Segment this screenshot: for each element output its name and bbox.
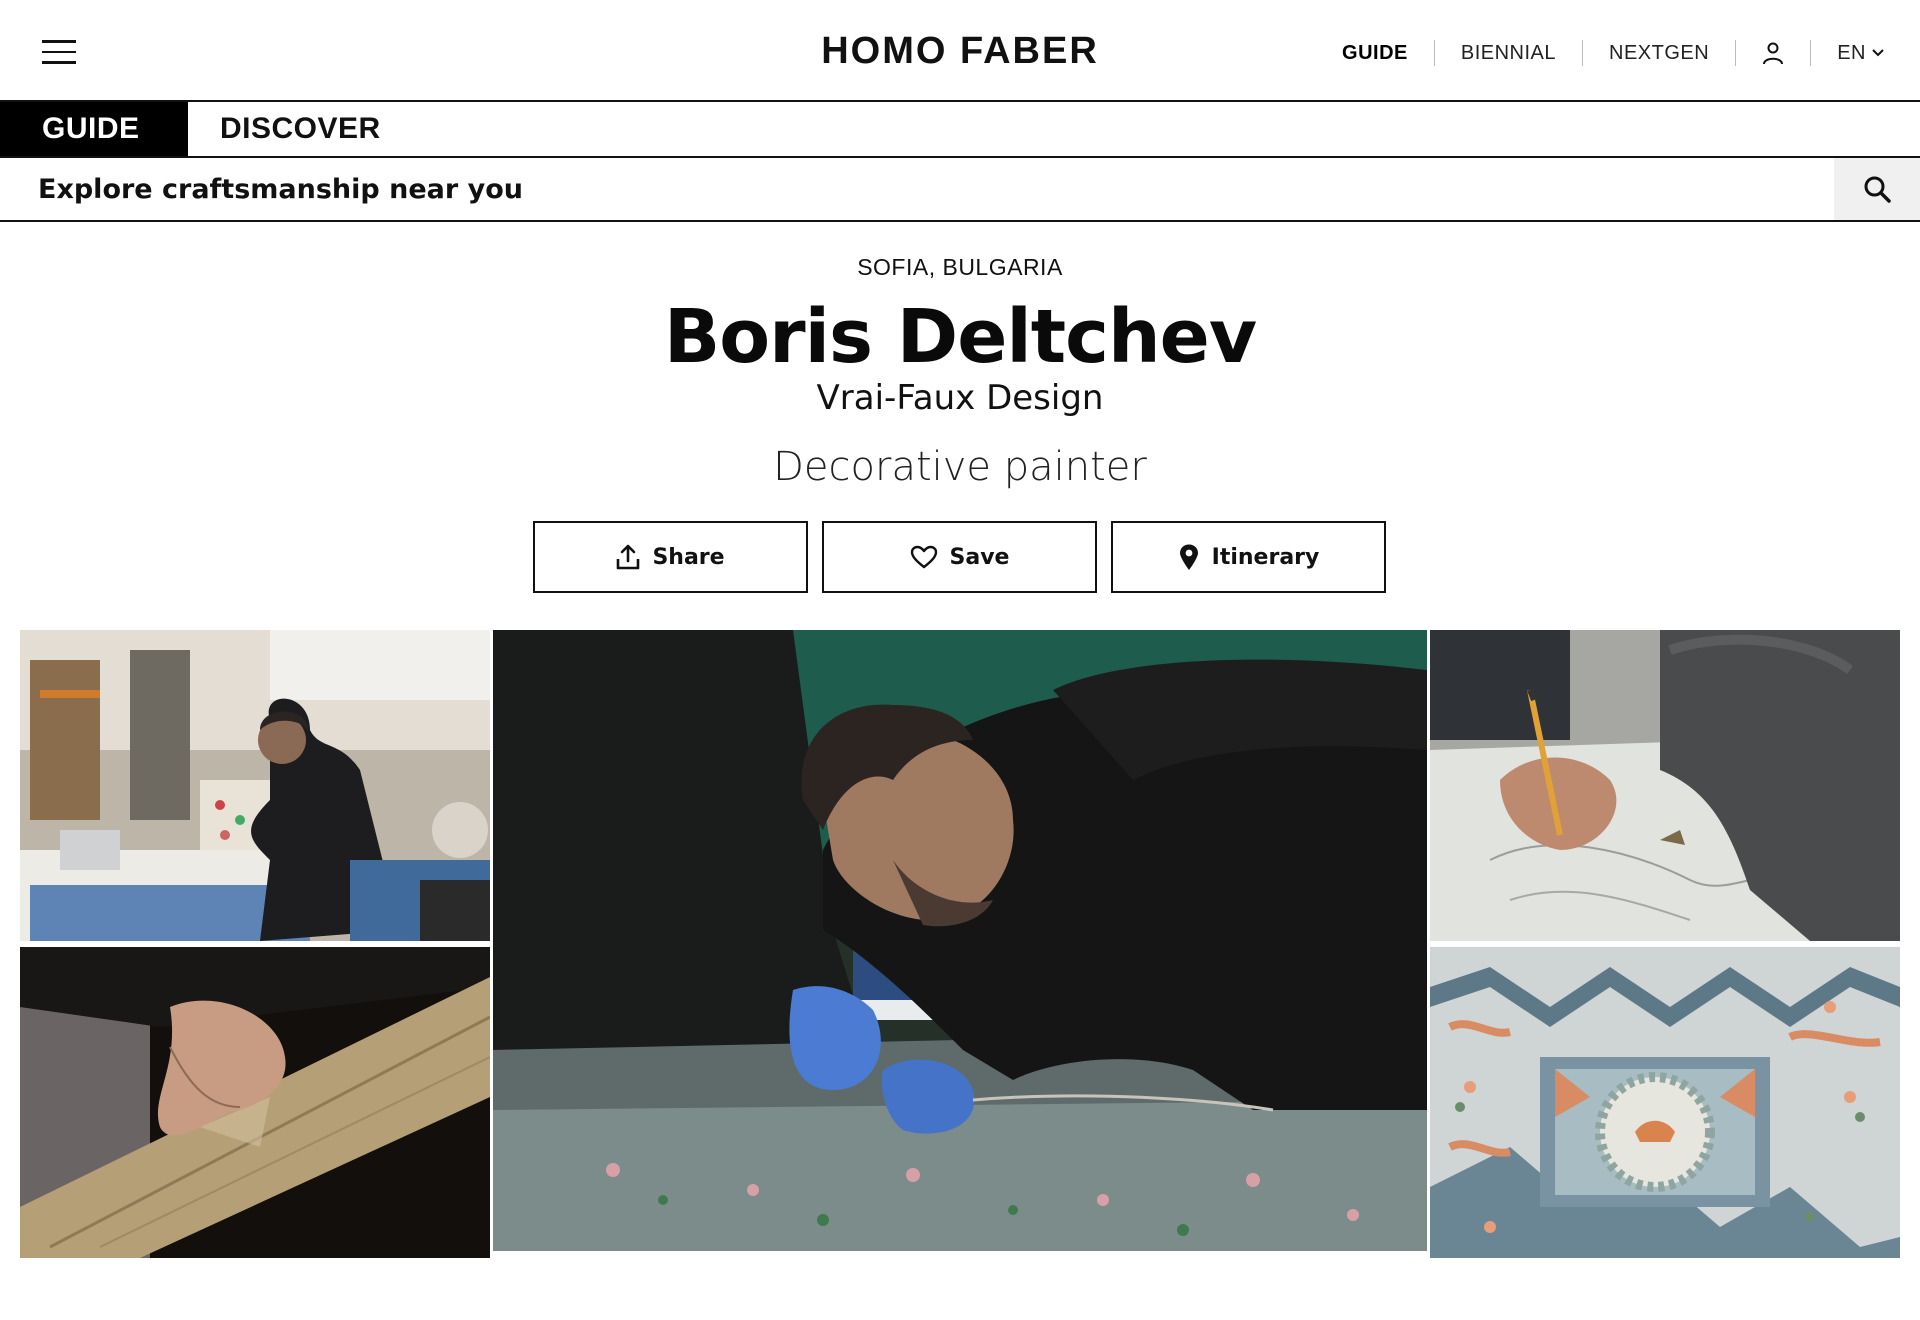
language-selector[interactable]: EN (1811, 39, 1884, 67)
action-buttons: Share Save Itinerary (533, 521, 1386, 593)
photo-painter-on-floor[interactable] (493, 630, 1427, 1251)
ornamental-panel-image (1430, 947, 1900, 1258)
share-label: Share (652, 544, 725, 570)
studio-name: Vrai-Faux Design (816, 378, 1104, 418)
map-pin-icon (1179, 544, 1198, 570)
workshop-image (20, 630, 490, 941)
pencil-drawing-image (1430, 630, 1900, 941)
nav-item-guide[interactable]: GUIDE (1316, 39, 1434, 67)
search-button[interactable] (1834, 158, 1920, 220)
language-label: EN (1837, 42, 1866, 64)
top-header: HOMO FABER GUIDE BIENNIAL NEXTGEN EN (0, 0, 1920, 102)
search-bar (0, 158, 1920, 222)
painter-on-floor-image (493, 630, 1427, 1251)
chevron-down-icon (1872, 49, 1884, 57)
photo-workshop[interactable] (20, 630, 490, 941)
itinerary-label: Itinerary (1211, 544, 1320, 570)
section-tabs: GUIDE DISCOVER (0, 102, 1920, 158)
save-label: Save (949, 544, 1010, 570)
tab-discover[interactable]: DISCOVER (188, 102, 423, 156)
account-button[interactable] (1736, 39, 1810, 67)
itinerary-button[interactable]: Itinerary (1111, 521, 1386, 593)
photo-paper-roll[interactable] (20, 947, 490, 1258)
hamburger-icon[interactable] (42, 40, 76, 66)
craft-type: Decorative painter (773, 444, 1147, 490)
brand-text[interactable]: HOMO FABER (821, 30, 1099, 72)
heart-icon (910, 545, 937, 569)
share-icon (617, 544, 640, 570)
artisan-location: SOFIA, BULGARIA (857, 254, 1063, 280)
artisan-name: Boris Deltchev (663, 294, 1257, 380)
share-button[interactable]: Share (533, 521, 808, 593)
photo-pencil-drawing[interactable] (1430, 630, 1900, 941)
main-nav: GUIDE BIENNIAL NEXTGEN EN (1316, 36, 1884, 70)
photo-ornamental-panel[interactable] (1430, 947, 1900, 1258)
save-button[interactable]: Save (822, 521, 1097, 593)
user-icon (1763, 42, 1784, 65)
photo-gallery (20, 630, 1900, 1258)
paper-roll-image (20, 947, 490, 1258)
tab-guide[interactable]: GUIDE (0, 102, 188, 156)
nav-item-nextgen[interactable]: NEXTGEN (1583, 39, 1735, 67)
nav-item-biennial[interactable]: BIENNIAL (1435, 39, 1582, 67)
search-input[interactable] (0, 158, 1834, 220)
search-icon (1864, 176, 1891, 203)
